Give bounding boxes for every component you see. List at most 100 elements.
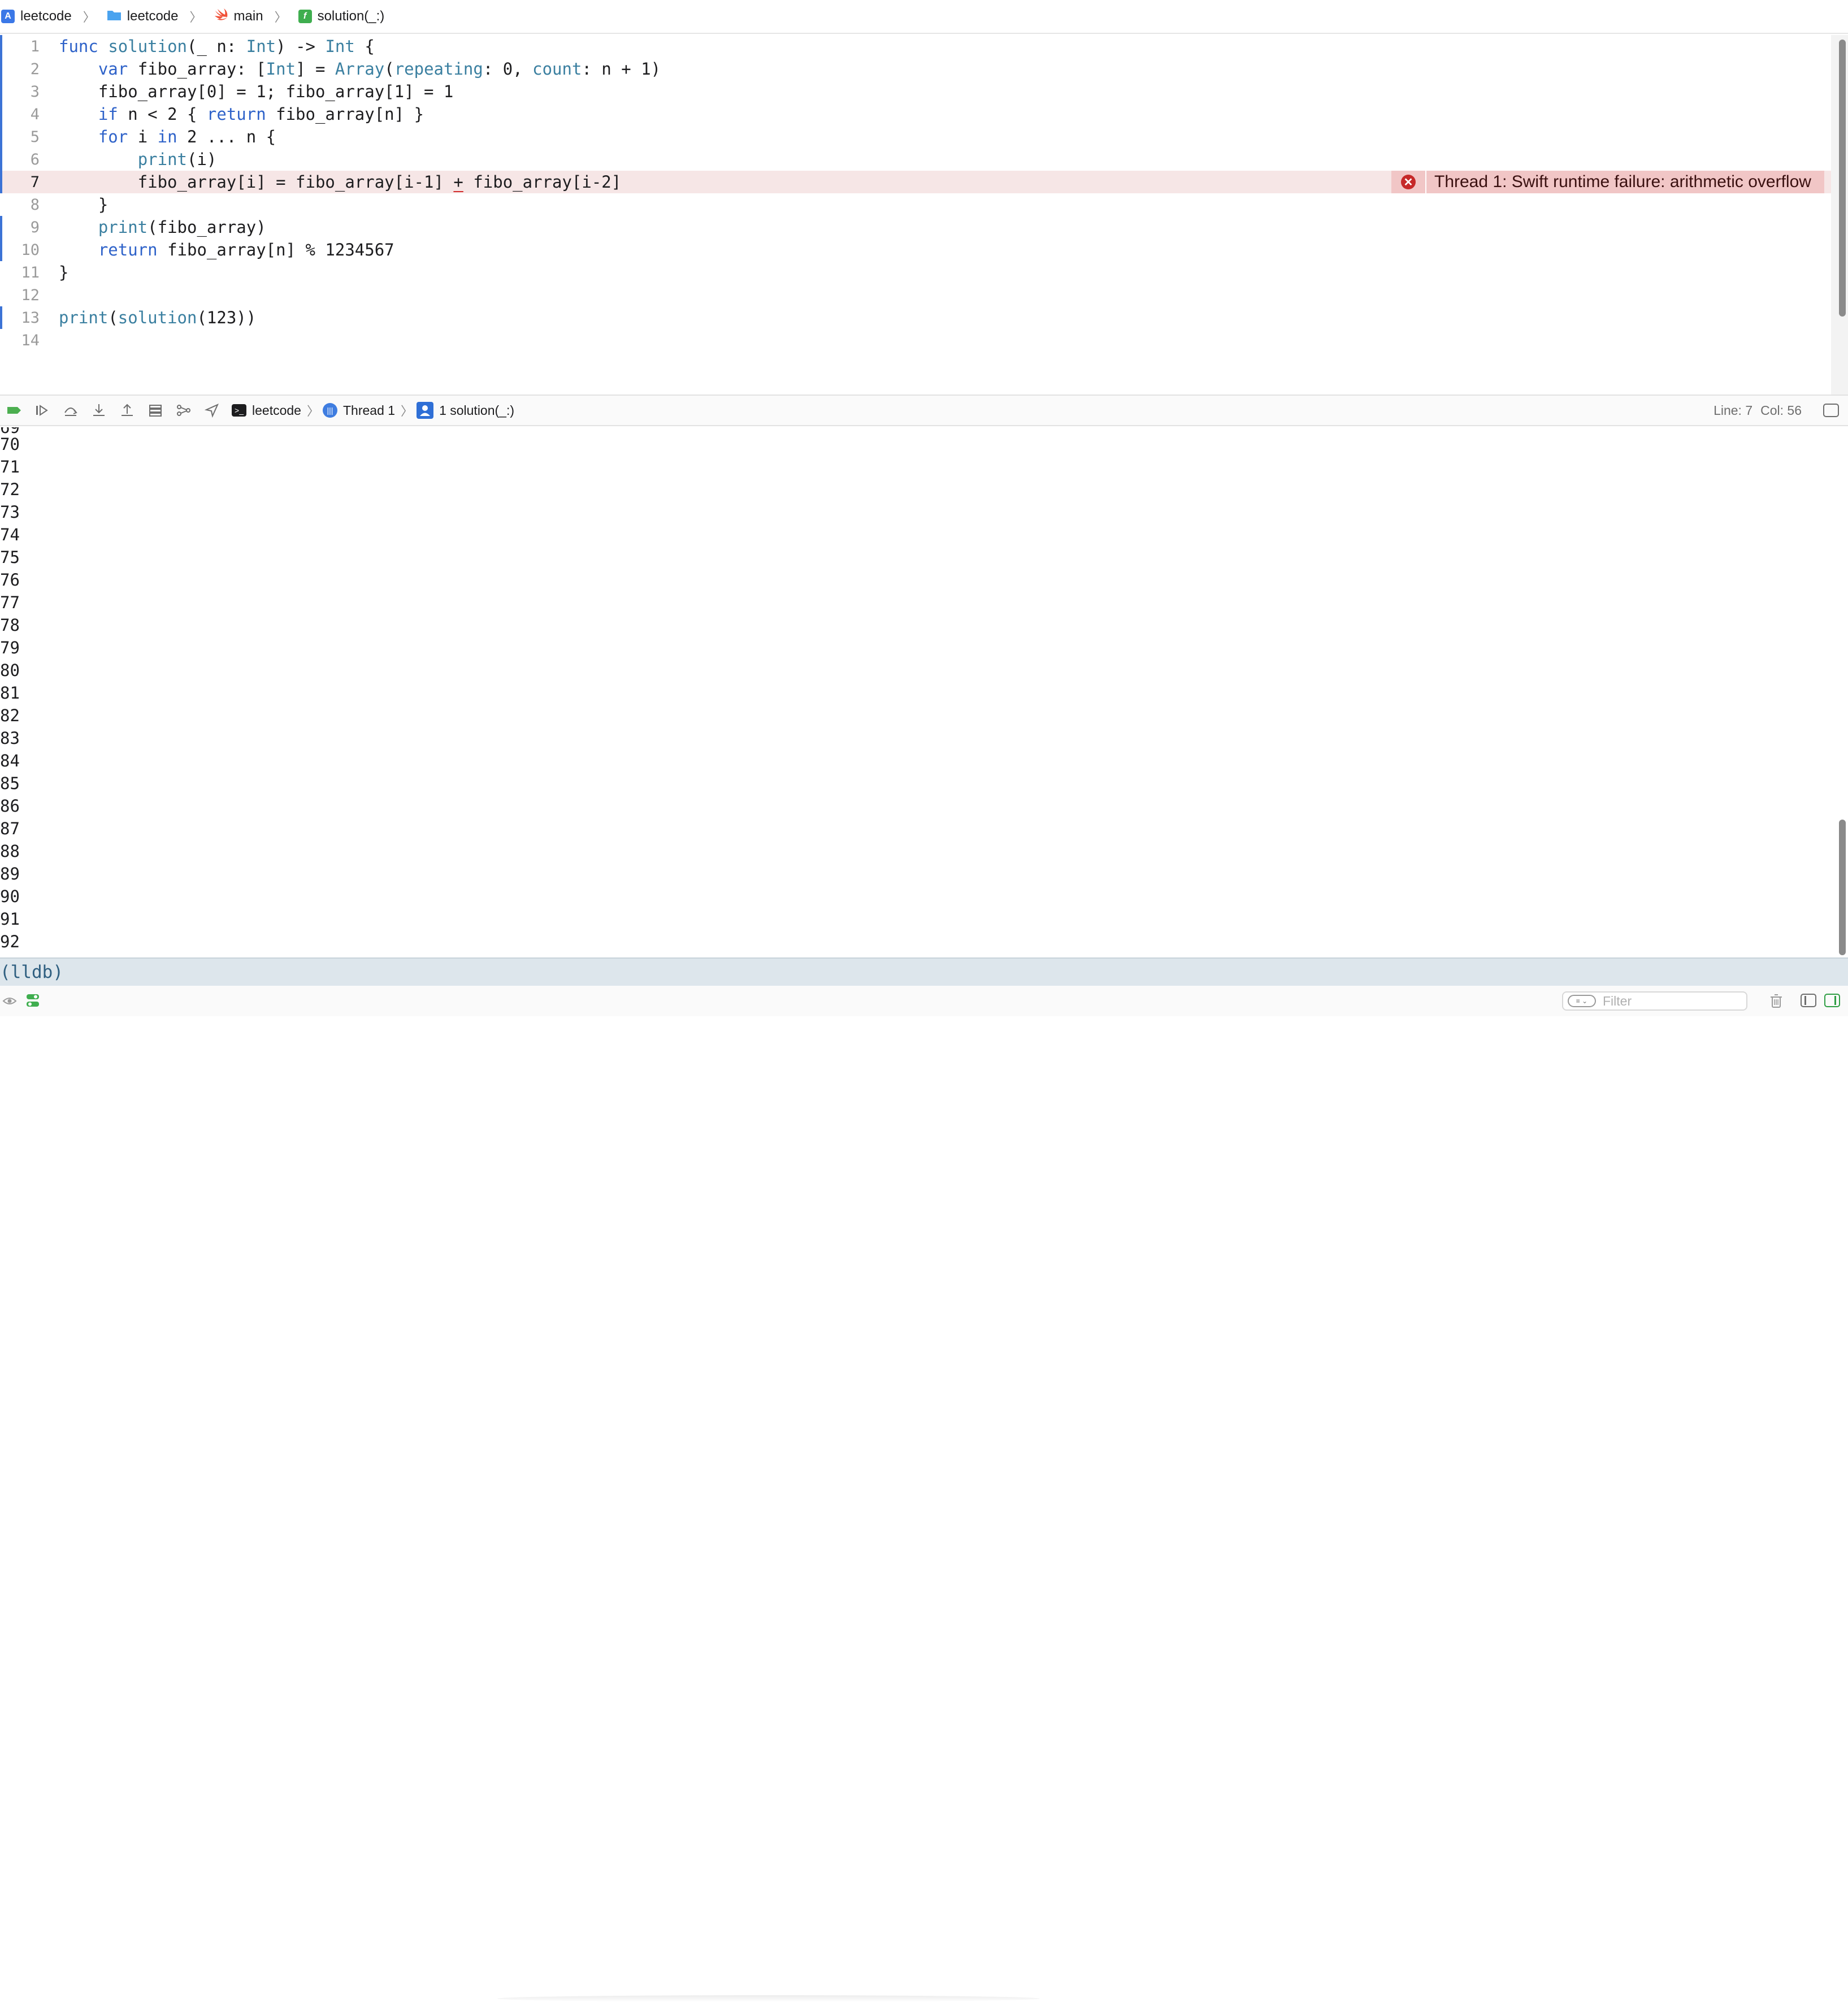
process-label: leetcode: [252, 402, 301, 418]
console-filter[interactable]: ≡ ⌄: [1562, 991, 1747, 1011]
cursor-position: Line: 7 Col: 56: [1713, 403, 1802, 418]
function-icon: f: [298, 10, 312, 23]
line-number: 12: [21, 286, 40, 304]
console-line: 79: [0, 638, 20, 657]
code-text: for i in 2 ... n {: [98, 127, 276, 146]
code-text: print(i): [137, 150, 217, 169]
thread-icon: |||: [322, 403, 337, 418]
code-line[interactable]: 4 if n < 2 { return fibo_array[n] }: [0, 103, 1831, 125]
console-scrollbar-thumb[interactable]: [1839, 820, 1846, 955]
console-line: 75: [0, 548, 20, 567]
col-indicator: Col: 56: [1760, 402, 1802, 418]
code-text: var fibo_array: [Int] = Array(repeating:…: [98, 59, 661, 79]
code-text: print(solution(123)): [59, 308, 257, 327]
error-location: +: [453, 172, 463, 192]
console-line: 85: [0, 774, 20, 793]
step-out-icon[interactable]: [113, 398, 141, 423]
code-line[interactable]: 6 print(i): [0, 148, 1831, 171]
line-number: 2: [30, 60, 40, 78]
debug-process[interactable]: >_ leetcode: [232, 403, 301, 418]
console-line: 89: [0, 864, 20, 883]
console-output[interactable]: 69 70 71 72 73 74 75 76 77 78 79 80 81 8…: [0, 427, 1831, 956]
error-annotation[interactable]: ✕ Thread 1: Swift runtime failure: arith…: [1391, 171, 1824, 193]
code-line[interactable]: 13 print(solution(123)): [0, 306, 1831, 329]
line-number: 11: [21, 263, 40, 281]
trash-icon[interactable]: [1768, 993, 1785, 1009]
line-number: 13: [21, 309, 40, 327]
code-line[interactable]: 10 return fibo_array[n] % 1234567: [0, 239, 1831, 261]
chevron-right-icon: 〉: [83, 10, 96, 24]
console-line: 73: [0, 502, 20, 522]
code-line[interactable]: 3 fibo_array[0] = 1; fibo_array[1] = 1: [0, 80, 1831, 103]
thread-label: Thread 1: [342, 402, 396, 418]
console-line: 83: [0, 729, 20, 748]
line-indicator: Line: 7: [1713, 402, 1753, 418]
change-bar: [0, 125, 2, 148]
console-line: 91: [0, 909, 20, 929]
show-console-pane-icon[interactable]: [1824, 994, 1840, 1007]
eye-icon[interactable]: [2, 994, 17, 1008]
console-line: 81: [0, 683, 20, 703]
frame-label: 1 solution(_:): [439, 402, 515, 418]
code-line[interactable]: 8 }: [0, 193, 1831, 216]
debug-bar: >_ leetcode 〉 ||| Thread 1 〉 1 solution(…: [0, 395, 1848, 426]
change-bar: [0, 148, 2, 171]
line-number: 9: [30, 218, 40, 236]
breadcrumb-item-function[interactable]: f solution(_:): [298, 8, 385, 24]
step-into-icon[interactable]: [85, 398, 113, 423]
line-number: 5: [30, 128, 40, 146]
view-hierarchy-icon[interactable]: [141, 398, 170, 423]
change-bar: [0, 239, 2, 261]
bottom-bar: ≡ ⌄: [0, 986, 1848, 2002]
code-line[interactable]: 1 func solution(_ n: Int) -> Int {: [0, 35, 1831, 58]
console-line: 88: [0, 842, 20, 861]
code-text: func solution(_ n: Int) -> Int {: [59, 37, 375, 56]
code-line[interactable]: 2 var fibo_array: [Int] = Array(repeatin…: [0, 58, 1831, 80]
line-number: 14: [21, 331, 40, 349]
simulate-location-icon[interactable]: [198, 398, 226, 423]
change-bar: [0, 35, 2, 58]
code-line[interactable]: 5 for i in 2 ... n {: [0, 125, 1831, 148]
change-bar: [0, 58, 2, 80]
code-line[interactable]: 9 print(fibo_array): [0, 216, 1831, 239]
memory-graph-icon[interactable]: [170, 398, 198, 423]
code-line[interactable]: 12: [0, 284, 1831, 306]
editor-scrollbar-thumb[interactable]: [1839, 40, 1846, 317]
step-over-icon[interactable]: [57, 398, 85, 423]
console-line: 77: [0, 593, 20, 612]
console-line: 87: [0, 819, 20, 838]
toggle-console-icon[interactable]: [1823, 404, 1839, 417]
line-number: 8: [30, 196, 40, 214]
code-line[interactable]: 11 }: [0, 261, 1831, 284]
chevron-right-icon: 〉: [189, 10, 202, 24]
code-editor[interactable]: 1 func solution(_ n: Int) -> Int { 2 var…: [0, 35, 1831, 397]
chevron-right-icon: 〉: [274, 10, 287, 24]
app-icon: A: [1, 10, 15, 23]
error-icon: ✕: [1401, 175, 1416, 189]
breakpoints-toggle-icon[interactable]: [0, 398, 28, 423]
breadcrumb-item-folder[interactable]: leetcode: [107, 8, 179, 25]
lldb-prompt[interactable]: (lldb): [0, 957, 1848, 986]
code-line[interactable]: 14: [0, 329, 1831, 352]
console-line: 74: [0, 525, 20, 544]
line-number: 6: [30, 150, 40, 168]
continue-icon[interactable]: [28, 398, 57, 423]
breadcrumb-label: solution(_:): [317, 8, 385, 24]
show-variables-pane-icon[interactable]: [1801, 994, 1816, 1007]
chevron-right-icon: 〉: [401, 404, 414, 418]
lldb-prompt-text: (lldb): [0, 962, 63, 982]
code-text: }: [59, 195, 109, 214]
breadcrumb-item-project[interactable]: A leetcode: [1, 8, 72, 24]
code-text: }: [59, 263, 69, 282]
variables-view-icon[interactable]: [25, 993, 41, 1008]
breadcrumb-item-file[interactable]: main: [214, 8, 263, 25]
line-number: 4: [30, 105, 40, 123]
console-line: 72: [0, 480, 20, 499]
filter-input[interactable]: [1602, 993, 1717, 1009]
debug-thread[interactable]: ||| Thread 1: [322, 402, 396, 418]
filter-icon[interactable]: ≡ ⌄: [1568, 995, 1596, 1007]
debug-frame[interactable]: 1 solution(_:): [417, 402, 514, 419]
code-text: return fibo_array[n] % 1234567: [98, 240, 394, 259]
line-number: 7: [30, 173, 40, 191]
breadcrumb-label: main: [233, 8, 263, 24]
